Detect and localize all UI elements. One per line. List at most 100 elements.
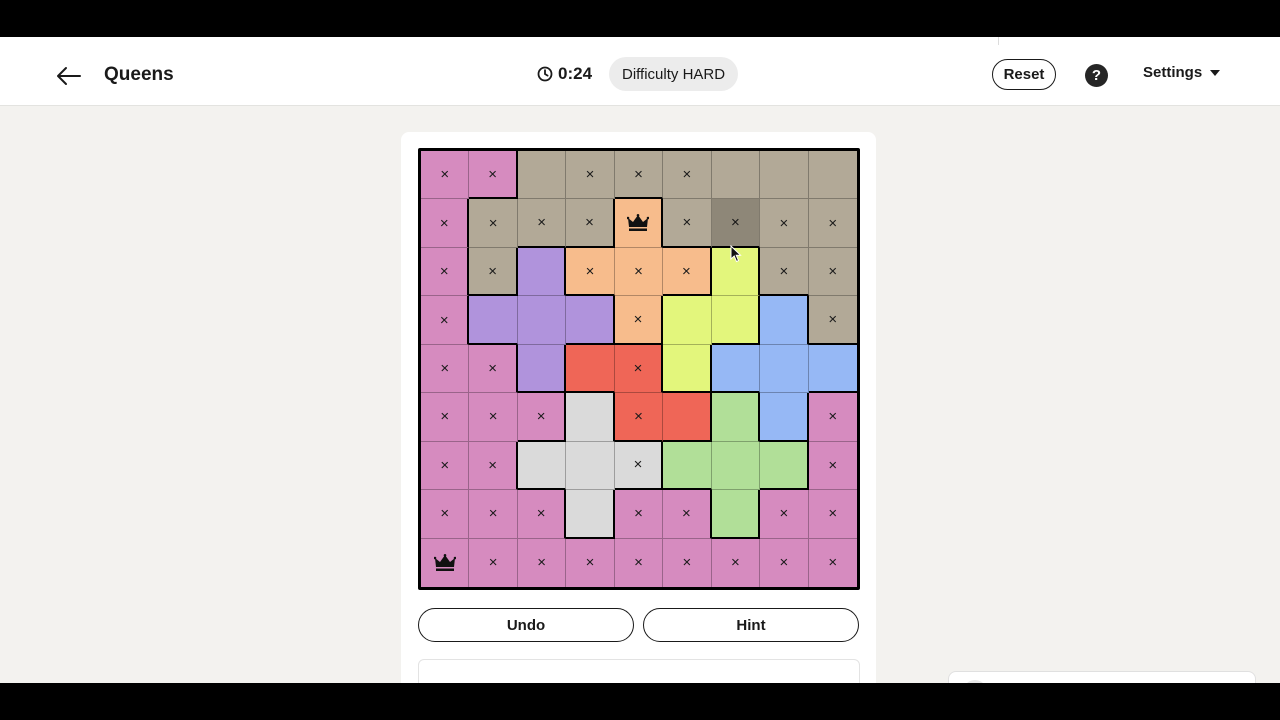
board-cell[interactable]: ×	[614, 296, 664, 345]
x-mark-icon: ×	[779, 554, 789, 572]
board-cell[interactable]: ×	[566, 247, 615, 297]
board-cell[interactable]: ×	[808, 393, 857, 442]
board-cell[interactable]	[663, 296, 712, 345]
board-cell[interactable]: ×	[421, 296, 470, 345]
x-mark-icon: ×	[828, 408, 838, 426]
undo-button[interactable]: Undo	[418, 608, 634, 642]
hint-button[interactable]: Hint	[643, 608, 859, 642]
board-cell[interactable]	[566, 344, 615, 394]
board-cell[interactable]: ×	[614, 538, 664, 587]
board-cell[interactable]: ×	[469, 393, 518, 442]
board-cell[interactable]: ×	[421, 199, 470, 248]
board-cell[interactable]: ×	[421, 393, 470, 442]
board-cell[interactable]	[808, 151, 857, 200]
board-cell[interactable]	[760, 441, 809, 491]
game-header: Queens 0:24 Difficulty HARD Reset ? Sett…	[0, 45, 1280, 106]
x-mark-icon: ×	[634, 263, 643, 281]
board-cell[interactable]	[566, 393, 615, 442]
board-cell[interactable]: ×	[517, 393, 567, 442]
board-cell[interactable]: ×	[760, 538, 809, 587]
board-cell[interactable]: ×	[711, 199, 761, 248]
board-cell[interactable]: ×	[614, 393, 664, 442]
board-cell[interactable]: ×	[469, 151, 518, 200]
question-icon: ?	[1091, 67, 1102, 84]
board-cell[interactable]: ×	[421, 441, 470, 491]
board-cell[interactable]: ×	[517, 490, 567, 539]
board-cell[interactable]: ×	[808, 296, 857, 345]
board-cell[interactable]: ×	[808, 538, 857, 587]
board-cell[interactable]	[711, 441, 761, 491]
board-cell[interactable]: ×	[469, 247, 518, 297]
board-cell[interactable]: ×	[663, 538, 712, 587]
board-cell[interactable]: ×	[469, 441, 518, 491]
board-cell-queen[interactable]	[421, 538, 470, 587]
board-cell[interactable]	[711, 490, 761, 539]
board-cell[interactable]	[711, 151, 761, 200]
board-cell[interactable]	[808, 344, 857, 394]
board-cell[interactable]: ×	[566, 151, 615, 200]
back-button[interactable]	[52, 59, 86, 93]
board-cell[interactable]: ×	[421, 151, 470, 200]
board-cell[interactable]: ×	[663, 151, 712, 200]
help-button[interactable]: ?	[1085, 64, 1108, 87]
board-cell[interactable]: ×	[517, 199, 567, 248]
board-cell[interactable]: ×	[469, 344, 518, 394]
board-cell[interactable]	[566, 296, 615, 345]
board-cell[interactable]	[566, 441, 615, 491]
board-cell[interactable]	[517, 296, 567, 345]
board-cell[interactable]: ×	[566, 538, 615, 587]
board-cell[interactable]	[711, 296, 761, 345]
board-cell[interactable]: ×	[517, 538, 567, 587]
board-cell[interactable]: ×	[469, 490, 518, 539]
board-cell[interactable]	[566, 490, 615, 539]
board-cell[interactable]	[517, 151, 567, 200]
board-cell[interactable]: ×	[469, 199, 518, 248]
board-cell-queen[interactable]	[614, 199, 664, 248]
board-cell[interactable]	[760, 151, 809, 200]
board-cell[interactable]: ×	[663, 199, 712, 248]
board-cell[interactable]: ×	[808, 490, 857, 539]
board-cell[interactable]: ×	[663, 490, 712, 539]
board-cell[interactable]: ×	[469, 538, 518, 587]
board-cell[interactable]: ×	[808, 247, 857, 297]
board-cell[interactable]	[760, 344, 809, 394]
board-cell[interactable]: ×	[614, 151, 664, 200]
x-mark-icon: ×	[537, 554, 546, 572]
board-grid: × × × × × × × × × × × × × × × × × × × × × × × × × × × × × × × × × × × × × × × ×…	[421, 151, 857, 587]
reset-button[interactable]: Reset	[992, 59, 1056, 90]
board-cell[interactable]: ×	[421, 490, 470, 539]
board-cell[interactable]: ×	[663, 247, 712, 297]
board-cell[interactable]	[517, 441, 567, 491]
board-cell[interactable]: ×	[614, 247, 664, 297]
board-cell[interactable]: ×	[614, 490, 664, 539]
board-cell[interactable]	[517, 344, 567, 394]
x-mark-icon: ×	[682, 214, 692, 232]
board-cell[interactable]	[469, 296, 518, 345]
board-cell[interactable]: ×	[760, 199, 809, 248]
board-cell[interactable]: ×	[614, 344, 664, 394]
board-cell[interactable]: ×	[760, 490, 809, 539]
board-cell[interactable]	[711, 393, 761, 442]
board-cell[interactable]	[711, 344, 761, 394]
board-cell[interactable]: ×	[808, 199, 857, 248]
board-cell[interactable]: ×	[760, 247, 809, 297]
board-cell[interactable]	[663, 393, 712, 442]
board-cell[interactable]	[663, 441, 712, 491]
board-cell[interactable]	[517, 247, 567, 297]
board-cell[interactable]	[760, 296, 809, 345]
board-cell[interactable]	[711, 247, 761, 297]
board-cell[interactable]: ×	[421, 344, 470, 394]
board-cell[interactable]: ×	[808, 441, 857, 491]
queen-crown-icon	[433, 553, 456, 571]
board-cell[interactable]: ×	[711, 538, 761, 587]
x-mark-icon: ×	[440, 359, 450, 377]
board-cell[interactable]	[760, 393, 809, 442]
board-cell[interactable]	[663, 344, 712, 394]
board-cell[interactable]: ×	[566, 199, 615, 248]
game-card: × × × × × × × × × × × × × × × × × × × × × × × × × × × × × × × × × × × × × × × ×…	[401, 132, 876, 683]
board-cell[interactable]: ×	[614, 441, 664, 491]
board-cell[interactable]: ×	[421, 247, 470, 297]
x-mark-icon: ×	[537, 214, 546, 232]
settings-button[interactable]: Settings	[1143, 64, 1221, 81]
info-panel	[418, 659, 860, 683]
